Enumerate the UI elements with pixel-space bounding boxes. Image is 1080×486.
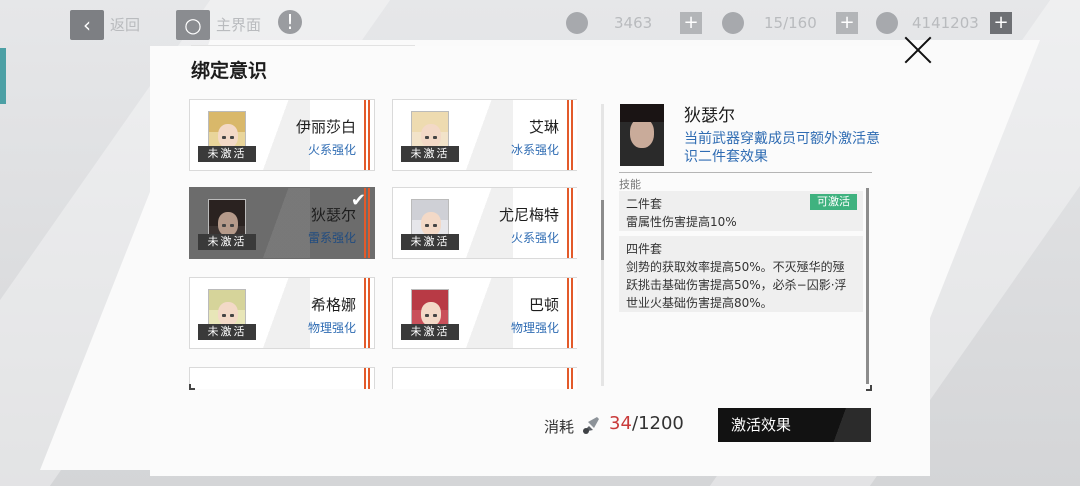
rarity-stripe: [364, 368, 371, 389]
frame-corner: [866, 385, 872, 391]
card-name: 尤尼梅特: [498, 206, 559, 224]
consciousness-card-partial[interactable]: [392, 367, 577, 389]
set2-text: 雷属性伤害提高10%: [626, 215, 737, 229]
rarity-stripe: [567, 188, 574, 258]
card-attribute: 冰系强化: [510, 143, 559, 157]
rarity-stripe: [364, 100, 371, 170]
consciousness-card[interactable]: 未激活 伊丽莎白 火系强化: [189, 99, 375, 171]
consciousness-card-selected[interactable]: 未激活 狄瑟尔 雷系强化 ✔: [189, 187, 375, 259]
card-decoration: [453, 278, 513, 348]
card-name: 巴顿: [528, 296, 559, 314]
consciousness-card-partial[interactable]: [189, 367, 375, 389]
rarity-stripe: [567, 278, 574, 348]
card-attribute: 火系强化: [510, 231, 559, 245]
set4-text: 剑势的获取效率提高50%。不灭殛华的殛跃挑击基础伤害提高50%，必杀−囚影·浮世…: [626, 260, 847, 310]
close-icon[interactable]: [900, 32, 936, 68]
activate-effect-label: 激活效果: [731, 416, 792, 434]
rarity-stripe: [364, 278, 371, 348]
title-divider: [191, 45, 415, 46]
skill-divider: [619, 172, 872, 173]
status-badge: 未激活: [198, 146, 256, 162]
detail-scrollbar[interactable]: [866, 188, 869, 384]
status-badge: 未激活: [401, 324, 459, 340]
set2-skill-box: 二件套 雷属性伤害提高10% 可激活: [619, 191, 863, 231]
cost-total: /1200: [632, 413, 684, 434]
card-name: 狄瑟尔: [310, 206, 356, 224]
rarity-stripe: [567, 100, 574, 170]
material-icon: [583, 417, 599, 434]
frame-corner: [189, 384, 195, 390]
card-attribute: 火系强化: [307, 143, 356, 157]
card-attribute: 物理强化: [510, 321, 559, 335]
detail-description: 当前武器穿戴成员可额外激活意识二件套效果: [684, 131, 880, 165]
bind-consciousness-modal: 绑定意识 未激活 伊丽莎白 火系强化 未激活 艾琳 冰系强化 未激活 狄瑟尔 雷…: [0, 0, 1080, 486]
card-attribute: 雷系强化: [307, 231, 356, 245]
status-badge: 未激活: [401, 234, 459, 250]
status-badge: 未激活: [198, 234, 256, 250]
modal-title: 绑定意识: [191, 60, 268, 82]
consciousness-card[interactable]: 未激活 尤尼梅特 火系强化: [392, 187, 577, 259]
detail-portrait: [620, 104, 664, 166]
cost-used: 34: [609, 413, 632, 434]
card-name: 伊丽莎白: [295, 118, 356, 136]
rarity-stripe: [364, 188, 371, 258]
consciousness-grid: 未激活 伊丽莎白 火系强化 未激活 艾琳 冰系强化 未激活 狄瑟尔 雷系强化 ✔…: [189, 99, 577, 389]
set4-title: 四件套: [626, 242, 663, 256]
activatable-badge: 可激活: [810, 194, 857, 210]
consciousness-card[interactable]: 未激活 巴顿 物理强化: [392, 277, 577, 349]
consciousness-card[interactable]: 未激活 艾琳 冰系强化: [392, 99, 577, 171]
set4-skill-box: 四件套 剑势的获取效率提高50%。不灭殛华的殛跃挑击基础伤害提高50%，必杀−囚…: [619, 236, 863, 312]
status-badge: 未激活: [401, 146, 459, 162]
grid-scrollbar[interactable]: [601, 104, 604, 386]
skill-label: 技能: [619, 178, 641, 191]
card-attribute: 物理强化: [307, 321, 356, 335]
status-badge: 未激活: [198, 324, 256, 340]
activate-effect-button[interactable]: 激活效果: [718, 408, 871, 442]
rarity-stripe: [567, 368, 574, 389]
card-decoration: [250, 278, 310, 348]
card-name: 艾琳: [528, 118, 559, 136]
card-name: 希格娜: [310, 296, 356, 314]
card-decoration: [453, 100, 513, 170]
card-decoration: [250, 188, 310, 258]
cost-label: 消耗: [544, 418, 575, 436]
consciousness-card[interactable]: 未激活 希格娜 物理强化: [189, 277, 375, 349]
detail-name: 狄瑟尔: [684, 106, 735, 126]
